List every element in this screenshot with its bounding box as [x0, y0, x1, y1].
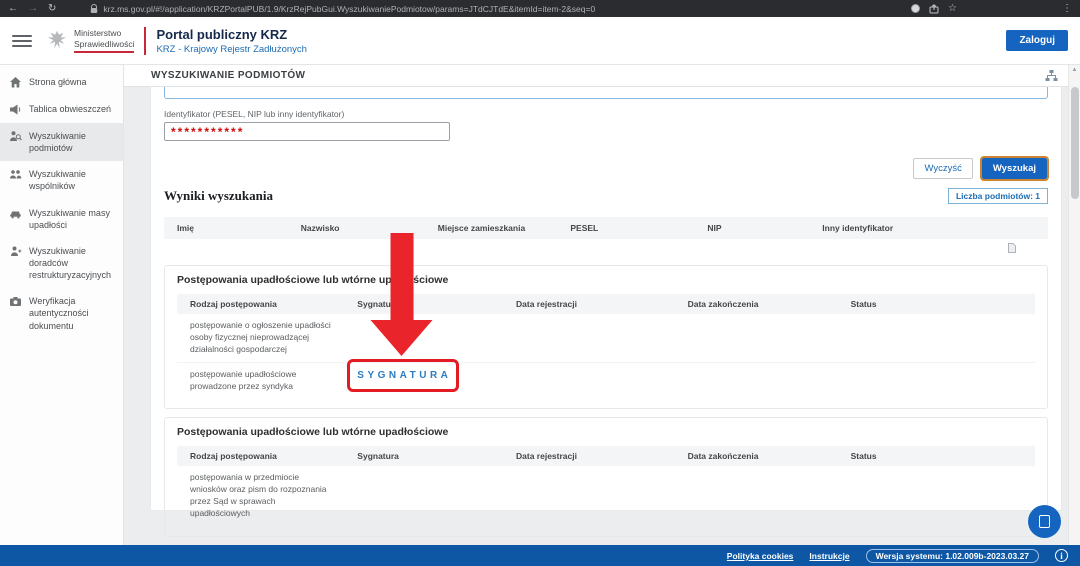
sitemap-icon[interactable]: [1045, 69, 1058, 82]
camera-icon: [9, 295, 22, 308]
cookies-link[interactable]: Polityka cookies: [727, 551, 794, 561]
reload-icon[interactable]: ↻: [48, 0, 56, 17]
sidebar-item-wyszukiwanie-doradcow[interactable]: Wyszukiwanie doradców restrukturyzacyjny…: [0, 238, 123, 288]
page-title: WYSZUKIWANIE PODMIOTÓW: [151, 70, 305, 81]
group-icon: [9, 168, 22, 181]
sidebar-item-strona-glowna[interactable]: Strona główna: [0, 69, 123, 96]
proceedings-section-2: Postępowania upadłościowe lub wtórne upa…: [164, 417, 1048, 537]
scrollbar-up-icon[interactable]: ▲: [1069, 65, 1080, 75]
url-text: krz.ms.gov.pl/#!/application/KRZPortalPU…: [103, 4, 595, 14]
page-titlebar: WYSZUKIWANIE PODMIOTÓW: [124, 65, 1068, 87]
footer: Polityka cookies Instrukcje Wersja syste…: [0, 545, 1080, 566]
car-icon: [9, 207, 22, 220]
search-card: Identyfikator (PESEL, NIP lub inny ident…: [150, 87, 1062, 511]
menu-hamburger-icon[interactable]: [12, 35, 32, 47]
person-table: Imię Nazwisko Miejsce zamieszkania PESEL…: [164, 217, 1048, 257]
content: Identyfikator (PESEL, NIP lub inny ident…: [124, 87, 1068, 545]
info-icon[interactable]: i: [1055, 549, 1068, 562]
sidebar-item-wyszukiwanie-podmiotow[interactable]: Wyszukiwanie podmiotów: [0, 123, 123, 161]
header-divider: [144, 27, 146, 55]
section-table-header: Rodzaj postępowania Sygnatura Data rejes…: [177, 446, 1035, 466]
person-add-icon: [9, 245, 22, 258]
results-count-badge: Liczba podmiotów: 1: [948, 188, 1048, 204]
identifier-input[interactable]: [164, 122, 450, 141]
app-header: Ministerstwo Sprawiedliwości Portal publ…: [0, 17, 1080, 65]
identifier-label: Identyfikator (PESEL, NIP lub inny ident…: [164, 109, 1048, 119]
section-title: Postępowania upadłościowe lub wtórne upa…: [177, 274, 1035, 286]
document-icon[interactable]: [1008, 243, 1048, 253]
person-table-header: Imię Nazwisko Miejsce zamieszkania PESEL…: [164, 217, 1048, 239]
screen: ← → ↻ krz.ms.gov.pl/#!/application/KRZPo…: [0, 0, 1080, 566]
clear-button[interactable]: Wyczyść: [913, 158, 972, 179]
proceedings-section-1: Postępowania upadłościowe lub wtórne upa…: [164, 265, 1048, 409]
sidebar-item-wyszukiwanie-masy-upadlosci[interactable]: Wyszukiwanie masy upadłości: [0, 200, 123, 238]
table-row: postępowania w przedmiocie wniosków oraz…: [177, 466, 1035, 526]
bookmark-star-icon[interactable]: ☆: [948, 0, 957, 17]
person-search-icon: [9, 130, 22, 143]
fab-glyph-icon: [1039, 515, 1050, 528]
sidebar-item-weryfikacja-dokumentu[interactable]: Weryfikacja autentyczności dokumentu: [0, 288, 123, 338]
lock-icon: [90, 4, 98, 14]
section-table-header: Rodzaj postępowania Sygnatura Data rejes…: [177, 294, 1035, 314]
portal-title: Portal publiczny KRZ: [156, 27, 306, 42]
browser-chrome: ← → ↻ krz.ms.gov.pl/#!/application/KRZPo…: [0, 0, 1080, 17]
share-icon[interactable]: [929, 4, 939, 14]
megaphone-icon: [9, 103, 22, 116]
ministry-logo: Ministerstwo Sprawiedliwości: [46, 28, 134, 54]
portal-title-block: Portal publiczny KRZ KRZ - Krajowy Rejes…: [156, 27, 306, 55]
search-button[interactable]: Wyszukaj: [982, 158, 1047, 179]
sidebar-item-wyszukiwanie-wspolnikow[interactable]: Wyszukiwanie wspólników: [0, 161, 123, 199]
ministry-name: Ministerstwo Sprawiedliwości: [74, 28, 134, 53]
table-row: postępowanie upadłościowe prowadzone prz…: [177, 363, 1035, 399]
sidebar-item-tablica-obwieszczen[interactable]: Tablica obwieszczeń: [0, 96, 123, 123]
address-bar[interactable]: krz.ms.gov.pl/#!/application/KRZPortalPU…: [90, 4, 901, 14]
name-input-partial[interactable]: [164, 87, 1048, 99]
browser-menu-icon[interactable]: ⋮: [1062, 0, 1072, 17]
profile-avatar-icon[interactable]: [911, 4, 920, 13]
table-row: postępowanie o ogłoszenie upadłości osob…: [177, 314, 1035, 363]
scrollbar[interactable]: ▲: [1068, 65, 1080, 545]
sygnatura-link[interactable]: SYGNATURA: [357, 370, 451, 381]
accessibility-fab-button[interactable]: [1028, 505, 1061, 538]
sygnatura-annotated: SYGNATURA: [357, 369, 451, 383]
main-area: WYSZUKIWANIE PODMIOTÓW Identyfikator (PE…: [124, 65, 1068, 545]
eagle-logo-icon: [46, 28, 68, 54]
back-icon[interactable]: ←: [8, 0, 18, 17]
results-heading: Wyniki wyszukania: [164, 188, 273, 204]
portal-subtitle: KRZ - Krajowy Rejestr Zadłużonych: [156, 44, 306, 55]
scrollbar-thumb[interactable]: [1071, 87, 1079, 199]
section-title: Postępowania upadłościowe lub wtórne upa…: [177, 426, 1035, 438]
sidebar: Strona główna Tablica obwieszczeń Wyszuk…: [0, 65, 124, 545]
instructions-link[interactable]: Instrukcje: [809, 551, 849, 561]
home-icon: [9, 76, 22, 89]
version-badge: Wersja systemu: 1.02.009b-2023.03.27: [866, 549, 1039, 563]
login-button[interactable]: Zaloguj: [1006, 30, 1068, 51]
person-table-row: [164, 239, 1048, 257]
forward-icon[interactable]: →: [28, 0, 38, 17]
